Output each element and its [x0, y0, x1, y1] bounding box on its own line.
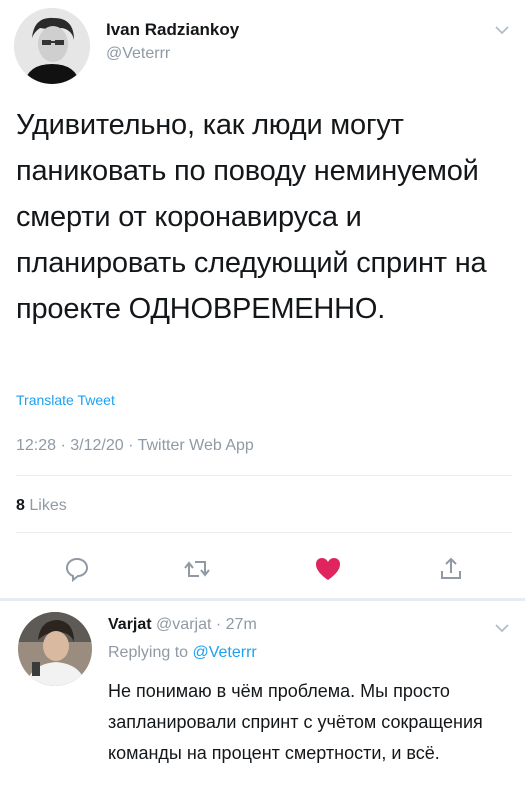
divider [16, 532, 512, 533]
like-button[interactable] [311, 552, 345, 586]
likes-number: 8 [16, 497, 25, 514]
translate-tweet-link[interactable]: Translate Tweet [16, 392, 115, 408]
reply-author-name[interactable]: Varjat [108, 616, 152, 633]
reply-author-handle[interactable]: @varjat [156, 616, 211, 633]
author-name[interactable]: Ivan Radziankoу [106, 20, 239, 40]
meta-separator: · [60, 437, 66, 454]
reply-avatar[interactable] [18, 612, 92, 686]
reply-menu-chevron-icon[interactable] [492, 618, 512, 638]
retweet-button[interactable] [180, 552, 214, 586]
tweet-meta: 12:28 · 3/12/20 · Twitter Web App [16, 437, 254, 455]
reply-button[interactable] [60, 552, 94, 586]
reply-header: Varjat @varjat · 27m [108, 616, 257, 634]
replying-prefix: Replying to [108, 644, 189, 661]
tweet-source[interactable]: Twitter Web App [138, 437, 254, 454]
tweet-date[interactable]: 3/12/20 [70, 437, 123, 454]
replying-to: Replying to @Veterrr [108, 644, 257, 662]
reply-separator: · [215, 616, 222, 633]
tweet-time[interactable]: 12:28 [16, 437, 56, 454]
likes-count[interactable]: 8 Likes [16, 497, 67, 515]
author-handle[interactable]: @Veterrr [106, 45, 170, 63]
heart-icon [316, 558, 340, 580]
reply-text: Не понимаю в чём проблема. Мы просто зап… [108, 681, 483, 763]
share-button[interactable] [434, 552, 468, 586]
author-avatar-image [14, 8, 90, 84]
divider [16, 475, 512, 476]
meta-separator: · [128, 437, 134, 454]
reply-avatar-image [18, 612, 92, 686]
likes-label: Likes [29, 497, 67, 514]
section-separator [0, 598, 525, 601]
reply-age[interactable]: 27m [226, 616, 257, 633]
replying-to-handle[interactable]: @Veterrr [193, 644, 257, 661]
author-avatar[interactable] [14, 8, 90, 84]
tweet-text: Удивительно, как люди могут паниковать п… [16, 109, 487, 325]
retweet-icon [184, 561, 210, 577]
share-icon [441, 557, 461, 579]
comment-icon [65, 557, 89, 582]
tweet-menu-chevron-icon[interactable] [492, 20, 512, 40]
